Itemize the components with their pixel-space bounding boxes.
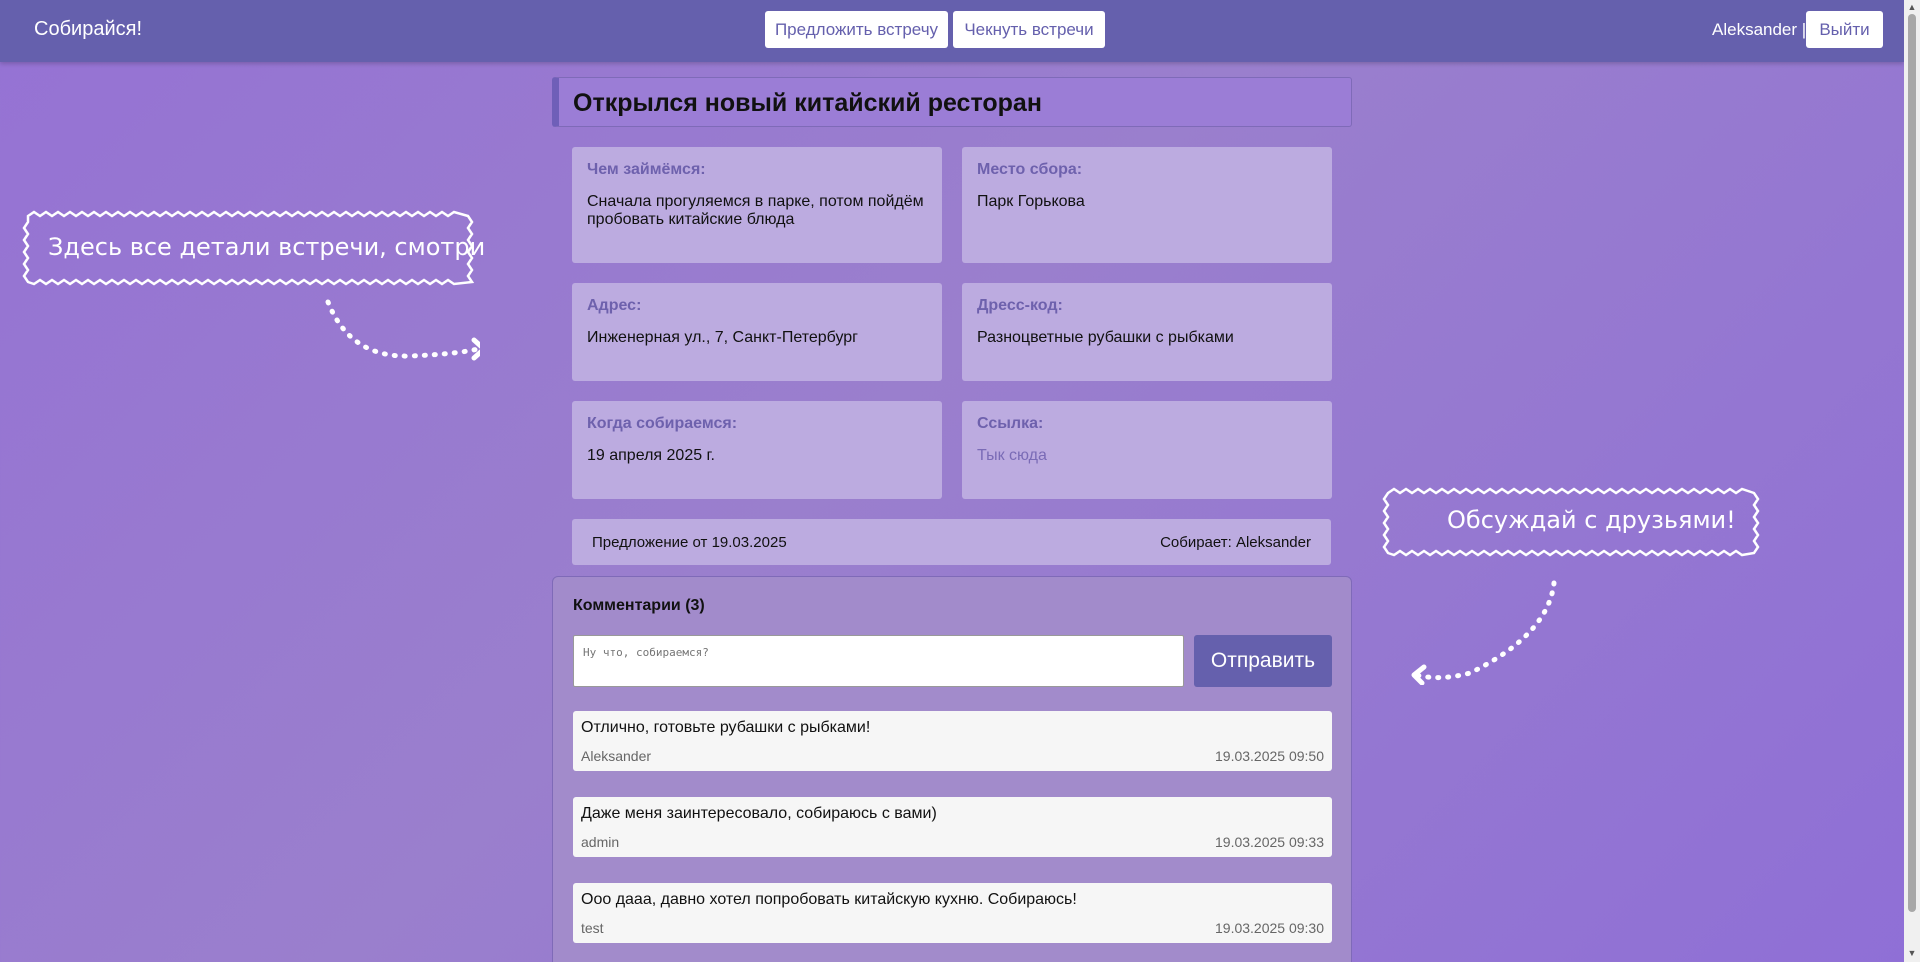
top-navbar: Собирайся! Предложить встречу Чекнуть вс…	[0, 0, 1904, 62]
comment-text: Ооо дааа, давно хотел попробовать китайс…	[581, 891, 1077, 908]
scroll-up-icon[interactable]: ▲	[1907, 2, 1917, 12]
meeting-link[interactable]: Тык сюда	[977, 447, 1317, 465]
comment-text: Даже меня заинтересовало, собираюсь с ва…	[581, 805, 937, 822]
details-callout	[22, 210, 480, 361]
comment-author: Aleksander	[581, 748, 652, 764]
comment-author: test	[581, 920, 604, 936]
logout-button[interactable]: Выйти	[1806, 11, 1883, 48]
scroll-down-icon[interactable]: ▼	[1907, 948, 1917, 958]
comment-input[interactable]	[573, 635, 1184, 687]
card-value: Парк Горькова	[977, 193, 1085, 210]
comment-text: Отлично, готовьте рубашки с рыбками!	[581, 719, 871, 736]
discuss-callout-text: Обсуждай с друзьями!	[1447, 506, 1736, 534]
comment-item: Ооо дааа, давно хотел попробовать китайс…	[573, 883, 1332, 943]
card-value: 19 апреля 2025 г.	[587, 447, 715, 464]
card-label: Место сбора:	[977, 161, 1083, 178]
comment-author: admin	[581, 834, 620, 850]
card-link: Ссылка: Тык сюда	[962, 401, 1332, 499]
card-date: Когда собираемся: 19 апреля 2025 г.	[572, 401, 942, 499]
comment-item: Даже меня заинтересовало, собираюсь с ва…	[573, 797, 1332, 857]
propose-meeting-button[interactable]: Предложить встречу	[765, 11, 948, 48]
details-callout-text: Здесь все детали встречи, смотри	[48, 233, 486, 261]
comment-date: 19.03.2025 09:30	[1215, 920, 1324, 936]
comments-section: Комментарии (3) Отправить Отлично, готов…	[552, 576, 1352, 962]
comment-date: 19.03.2025 09:33	[1215, 834, 1324, 850]
card-label: Дресс-код:	[977, 297, 1063, 314]
card-value: Разноцветные рубашки с рыбками	[977, 329, 1234, 346]
meeting-meta: Предложение от 19.03.2025 Собирает: Alek…	[572, 519, 1331, 565]
organizer: Собирает: Aleksander	[1160, 534, 1311, 551]
card-label: Ссылка:	[977, 415, 1044, 432]
proposed-date: Предложение от 19.03.2025	[592, 534, 787, 551]
check-meetings-button[interactable]: Чекнуть встречи	[953, 11, 1105, 48]
comment-date: 19.03.2025 09:50	[1215, 748, 1324, 764]
scroll-thumb[interactable]	[1908, 14, 1916, 912]
send-button[interactable]: Отправить	[1194, 635, 1332, 687]
card-label: Адрес:	[587, 297, 642, 314]
card-value: Инженерная ул., 7, Санкт-Петербург	[587, 329, 859, 346]
current-user: Aleksander |	[1712, 20, 1807, 39]
card-activity: Чем займёмся: Сначала прогуляемся в парк…	[572, 147, 942, 263]
comment-item: Отлично, готовьте рубашки с рыбками! Ale…	[573, 711, 1332, 771]
meeting-title: Открылся новый китайский ресторан	[552, 77, 1352, 127]
card-label: Когда собираемся:	[587, 415, 738, 432]
card-meeting-place: Место сбора: Парк Горькова	[962, 147, 1332, 263]
brand-logo[interactable]: Собирайся!	[34, 18, 142, 41]
card-address: Адрес: Инженерная ул., 7, Санкт-Петербур…	[572, 283, 942, 381]
dotted-arrow-right	[325, 299, 480, 359]
dotted-arrow-left	[1413, 580, 1557, 681]
page-scrollbar[interactable]: ▲ ▼	[1904, 0, 1920, 962]
card-value: Сначала прогуляемся в парке, потом пойдё…	[587, 193, 924, 228]
card-dress-code: Дресс-код: Разноцветные рубашки с рыбкам…	[962, 283, 1332, 381]
card-label: Чем займёмся:	[587, 161, 706, 178]
comments-title: Комментарии (3)	[573, 597, 705, 614]
